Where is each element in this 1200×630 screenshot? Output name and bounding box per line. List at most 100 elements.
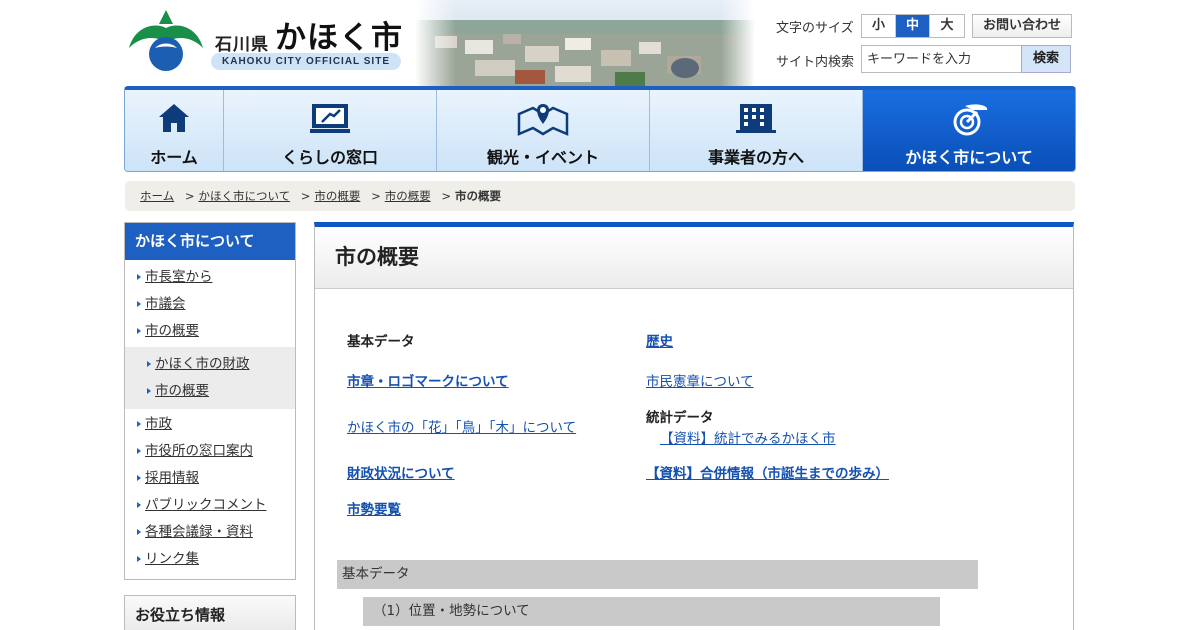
sidebar-item-recruitment[interactable]: 採用情報: [125, 465, 295, 492]
emblem-logo-link[interactable]: 市章・ロゴマークについて: [347, 374, 509, 390]
subsection-heading-location: （1）位置・地勢について: [363, 597, 940, 626]
sidebar-sub-item-finance[interactable]: かほく市の財政: [125, 351, 295, 378]
map-pin-icon: [517, 104, 569, 136]
site-search-input[interactable]: [861, 45, 1022, 73]
citizen-charter-link[interactable]: 市民憲章について: [646, 374, 754, 390]
sidebar-item-label[interactable]: 市役所の窓口案内: [145, 443, 253, 459]
emblem-link-wrap: 市章・ロゴマークについて: [347, 370, 509, 390]
global-nav: ホーム くらしの窓口 観光・イベント 事業者の方へ かほく市について: [124, 86, 1076, 172]
search-button[interactable]: 検索: [1021, 45, 1071, 73]
font-size-medium-button[interactable]: 中: [896, 15, 930, 37]
breadcrumb-current: 市の概要: [455, 189, 501, 203]
merger-info-link[interactable]: 【資料】合併情報（市誕生までの歩み）: [646, 466, 889, 482]
bullet-triangle-icon: [137, 274, 141, 280]
bullet-triangle-icon: [137, 475, 141, 481]
section-heading-basic-data: 基本データ: [337, 560, 978, 589]
breadcrumb-separator: >: [300, 189, 311, 203]
sidebar-sub-item-label[interactable]: かほく市の財政: [155, 356, 250, 372]
sidebar-sub-item-label[interactable]: 市の概要: [155, 383, 209, 399]
city-emblem-icon: [953, 104, 988, 136]
building-icon: [736, 104, 776, 133]
sidebar-item-mayor[interactable]: 市長室から: [125, 264, 295, 291]
sidebar-item-links[interactable]: リンク集: [125, 546, 295, 573]
breadcrumb-separator: >: [441, 189, 451, 203]
nav-about-city-label: かほく市について: [905, 148, 1033, 167]
sidebar-item-label[interactable]: 市の概要: [145, 323, 199, 339]
sidebar-item-label[interactable]: 市長室から: [145, 269, 213, 285]
bullet-triangle-icon: [137, 301, 141, 307]
history-link-wrap: 歴史: [646, 330, 673, 350]
header-city-photo: [415, 0, 755, 86]
nav-about-city[interactable]: かほく市について: [863, 90, 1075, 171]
site-logo[interactable]: 石川県 かほく市 KAHOKU CITY OFFICIAL SITE: [125, 8, 415, 76]
nav-business-label: 事業者の方へ: [707, 148, 804, 167]
sidebar-item-administration[interactable]: 市政: [125, 411, 295, 438]
sidebar-item-public-comment[interactable]: パブリックコメント: [125, 492, 295, 519]
bullet-triangle-icon: [137, 421, 141, 427]
finance-link-wrap: 財政状況について: [347, 462, 455, 482]
sidebar-item-council[interactable]: 市議会: [125, 291, 295, 318]
bullet-triangle-icon: [147, 388, 151, 394]
breadcrumb-overview-sub[interactable]: 市の概要: [385, 189, 431, 203]
statistics-heading: 統計データ: [646, 410, 714, 426]
merger-link-wrap: 【資料】合併情報（市誕生までの歩み）: [646, 462, 889, 482]
sidebar-item-label[interactable]: 各種会議録・資料: [145, 524, 253, 540]
home-icon: [159, 104, 189, 132]
sidebar-item-office-guide[interactable]: 市役所の窓口案内: [125, 438, 295, 465]
bullet-triangle-icon: [137, 448, 141, 454]
basic-data-heading: 基本データ: [347, 334, 415, 350]
sidebar-sub-item-overview[interactable]: 市の概要: [125, 378, 295, 405]
charter-link-wrap: 市民憲章について: [646, 370, 754, 390]
site-subtitle: KAHOKU CITY OFFICIAL SITE: [211, 53, 401, 70]
nav-business[interactable]: 事業者の方へ: [650, 90, 863, 171]
sidebar-title[interactable]: かほく市について: [125, 223, 295, 260]
font-size-small-button[interactable]: 小: [862, 15, 896, 37]
main-content: 市の概要 基本データ 歴史 市章・ロゴマークについて 市民憲章について かほく市…: [314, 222, 1074, 630]
sidebar-item-label[interactable]: 市政: [145, 416, 172, 432]
symbols-link-wrap: かほく市の「花」「鳥」「木」について: [347, 416, 576, 436]
breadcrumb-home[interactable]: ホーム: [140, 189, 174, 203]
sidebar-item-label[interactable]: 採用情報: [145, 470, 199, 486]
sidebar-list: 市長室から 市議会 市の概要 かほく市の財政 市の概要 市政 市役所の窓口案内 …: [125, 260, 295, 573]
city-symbols-link[interactable]: かほく市の「花」「鳥」「木」について: [347, 420, 576, 436]
nav-living[interactable]: くらしの窓口: [224, 90, 437, 171]
nav-home[interactable]: ホーム: [125, 90, 224, 171]
breadcrumb-overview[interactable]: 市の概要: [314, 189, 360, 203]
computer-icon: [310, 104, 350, 133]
nav-home-label: ホーム: [150, 148, 198, 167]
bullet-triangle-icon: [147, 361, 151, 367]
nav-living-label: くらしの窓口: [281, 148, 378, 167]
sidebar-item-label[interactable]: リンク集: [145, 551, 199, 567]
site-search-label: サイト内検索: [776, 55, 855, 70]
statistics-document-link[interactable]: 【資料】統計でみるかほく市: [660, 431, 836, 447]
sidebar-sub-list: かほく市の財政 市の概要: [125, 347, 295, 409]
font-size-selector: 小 中 大: [861, 14, 965, 38]
sidebar-item-overview[interactable]: 市の概要: [125, 318, 295, 345]
sidebar-item-meeting-records[interactable]: 各種会議録・資料: [125, 519, 295, 546]
prefecture-name: 石川県: [215, 35, 269, 55]
breadcrumb-separator: >: [371, 189, 381, 203]
useful-info-heading: お役立ち情報: [124, 595, 296, 630]
bullet-triangle-icon: [137, 556, 141, 562]
breadcrumb: ホーム > かほく市について > 市の概要 > 市の概要 > 市の概要: [125, 181, 1075, 211]
sidebar: かほく市について 市長室から 市議会 市の概要 かほく市の財政 市の概要 市政 …: [124, 222, 296, 580]
city-emblem-icon: [129, 10, 203, 71]
font-size-large-button[interactable]: 大: [930, 15, 964, 37]
bullet-triangle-icon: [137, 502, 141, 508]
contact-button[interactable]: お問い合わせ: [972, 14, 1072, 38]
history-link[interactable]: 歴史: [646, 334, 673, 350]
breadcrumb-about-city[interactable]: かほく市について: [198, 189, 290, 203]
bullet-triangle-icon: [137, 328, 141, 334]
font-size-label: 文字のサイズ: [776, 21, 854, 36]
finance-status-link[interactable]: 財政状況について: [347, 466, 455, 482]
overview-book-link-wrap: 市勢要覧: [347, 498, 401, 518]
bullet-triangle-icon: [137, 529, 141, 535]
city-overview-book-link[interactable]: 市勢要覧: [347, 502, 401, 518]
nav-tourism[interactable]: 観光・イベント: [437, 90, 650, 171]
sidebar-item-label[interactable]: 市議会: [145, 296, 186, 312]
sidebar-item-label[interactable]: パブリックコメント: [145, 497, 267, 513]
page-title: 市の概要: [315, 227, 1073, 289]
breadcrumb-separator: >: [184, 189, 195, 203]
stats-link-wrap: 【資料】統計でみるかほく市: [660, 427, 836, 447]
city-name: かほく市: [275, 20, 403, 56]
